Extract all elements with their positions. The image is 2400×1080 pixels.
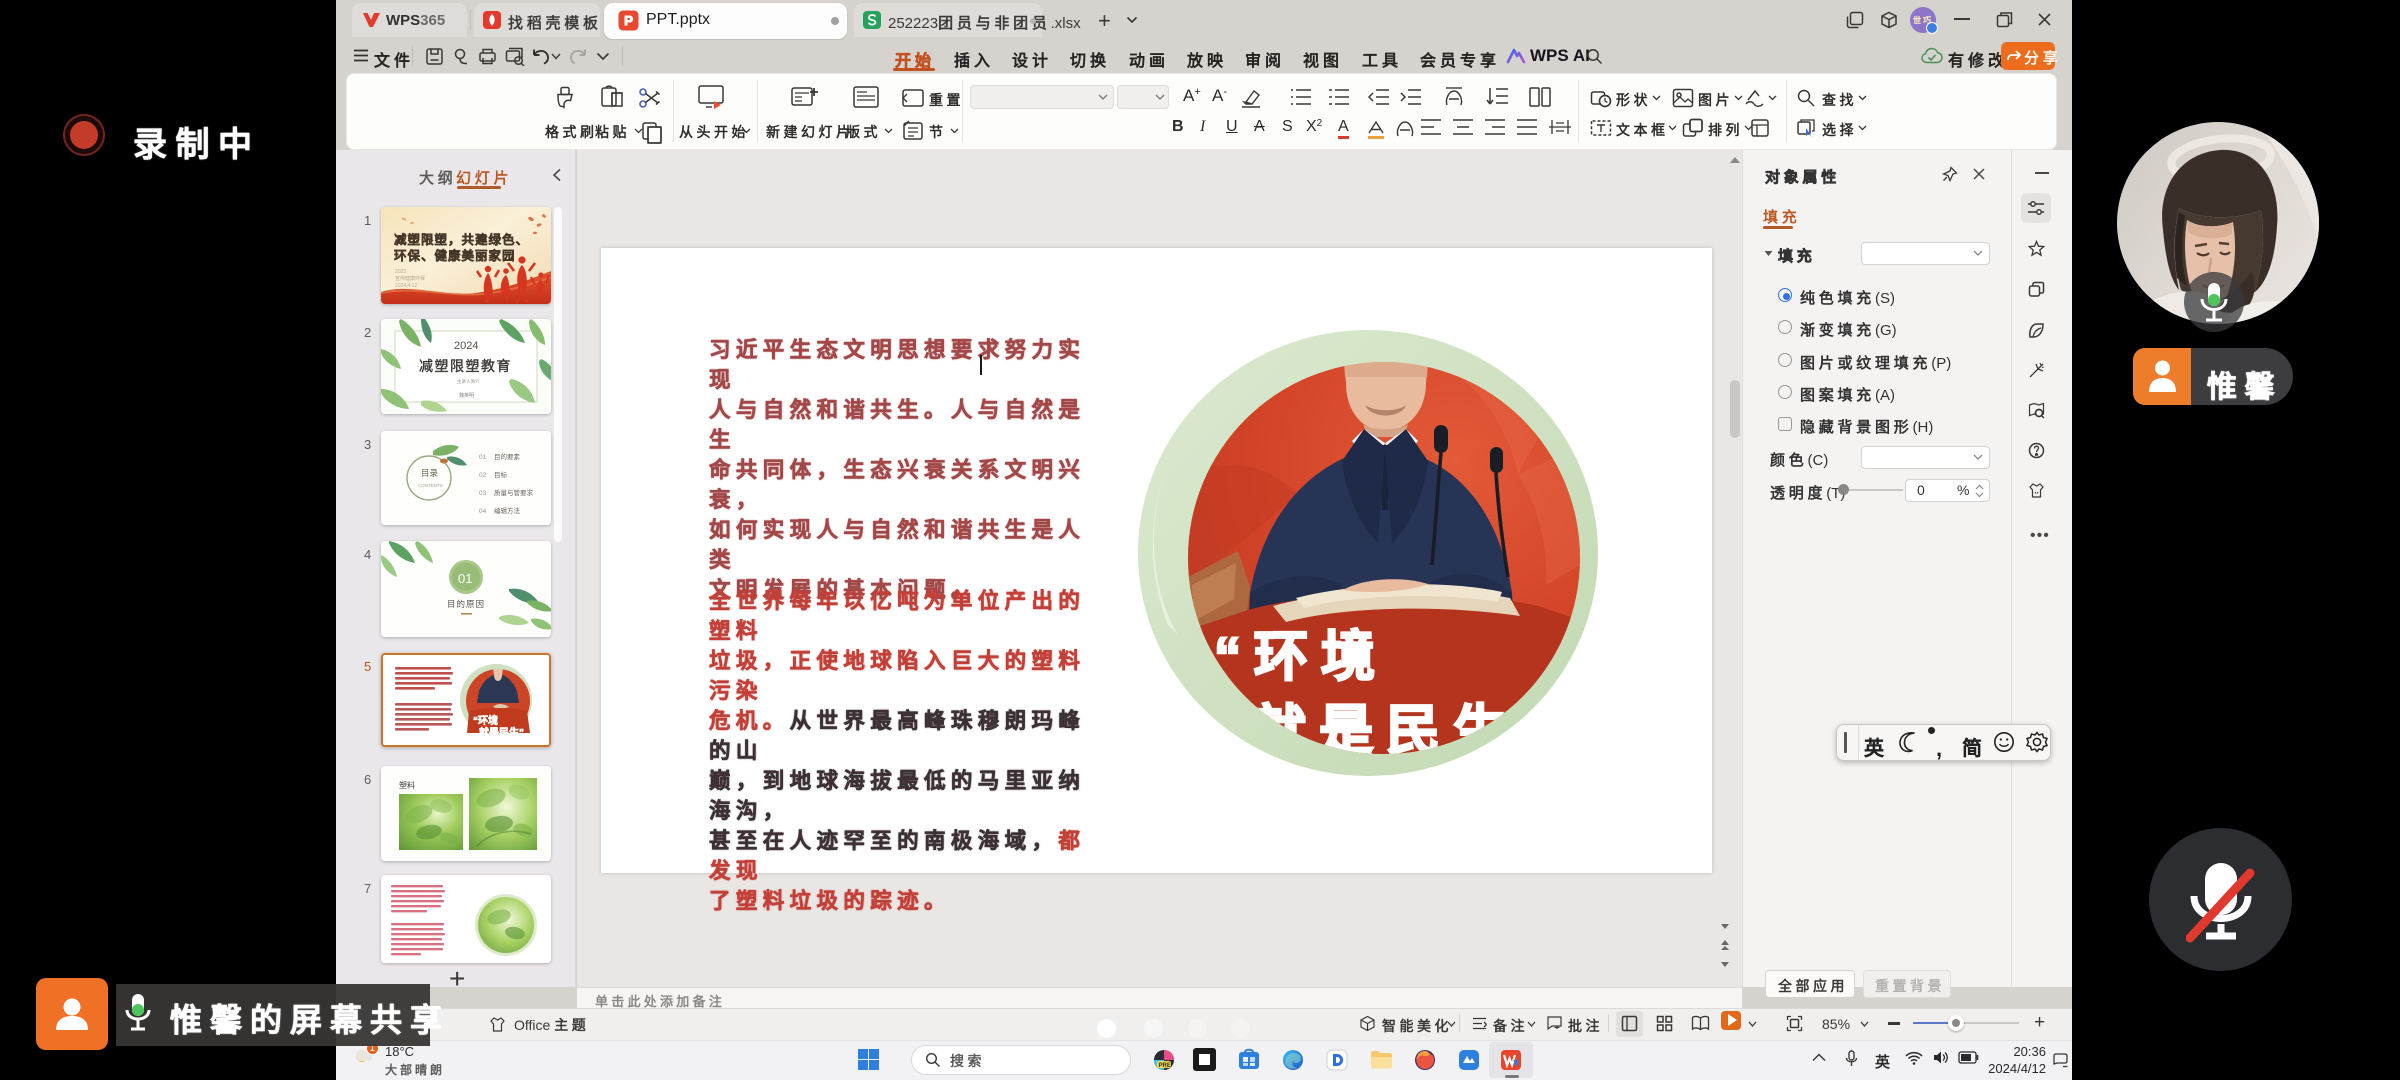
svg-text:PRE: PRE: [1159, 1063, 1171, 1069]
svg-text:2024: 2024: [454, 340, 478, 352]
svg-text:02: 02: [479, 472, 487, 479]
svg-text:主讲人简介: 主讲人简介: [457, 378, 480, 385]
svg-text:目的原因: 目的原因: [447, 599, 485, 609]
svg-text:宣传健康环保: 宣传健康环保: [395, 275, 425, 282]
svg-text:目标: 目标: [494, 470, 508, 479]
svg-text:减塑限塑，共建绿色、: 减塑限塑，共建绿色、: [394, 232, 529, 247]
svg-text:03: 03: [479, 490, 487, 497]
svg-text:减塑限塑教育: 减塑限塑教育: [419, 358, 512, 374]
svg-text:魏英明: 魏英明: [459, 392, 474, 399]
svg-text:2023: 2023: [395, 269, 406, 275]
svg-text:质量与管要求: 质量与管要求: [494, 488, 534, 497]
svg-text:“环境: “环境: [473, 714, 498, 727]
svg-text:04: 04: [479, 508, 487, 515]
svg-text:目录: 目录: [421, 468, 439, 478]
svg-text:编辑方法: 编辑方法: [494, 506, 521, 515]
svg-text:“环境: “环境: [1214, 627, 1388, 687]
svg-text:环保、健康美丽家园: 环保、健康美丽家园: [394, 248, 516, 263]
svg-text:01: 01: [458, 571, 472, 586]
svg-text:目的要素: 目的要素: [494, 452, 521, 461]
svg-text:2024.4.12: 2024.4.12: [395, 283, 417, 289]
svg-text:塑料: 塑料: [399, 780, 415, 790]
svg-text:01: 01: [479, 454, 487, 461]
svg-text:就是民生”: 就是民生”: [479, 726, 524, 739]
svg-text:CONTENTS: CONTENTS: [418, 483, 443, 488]
